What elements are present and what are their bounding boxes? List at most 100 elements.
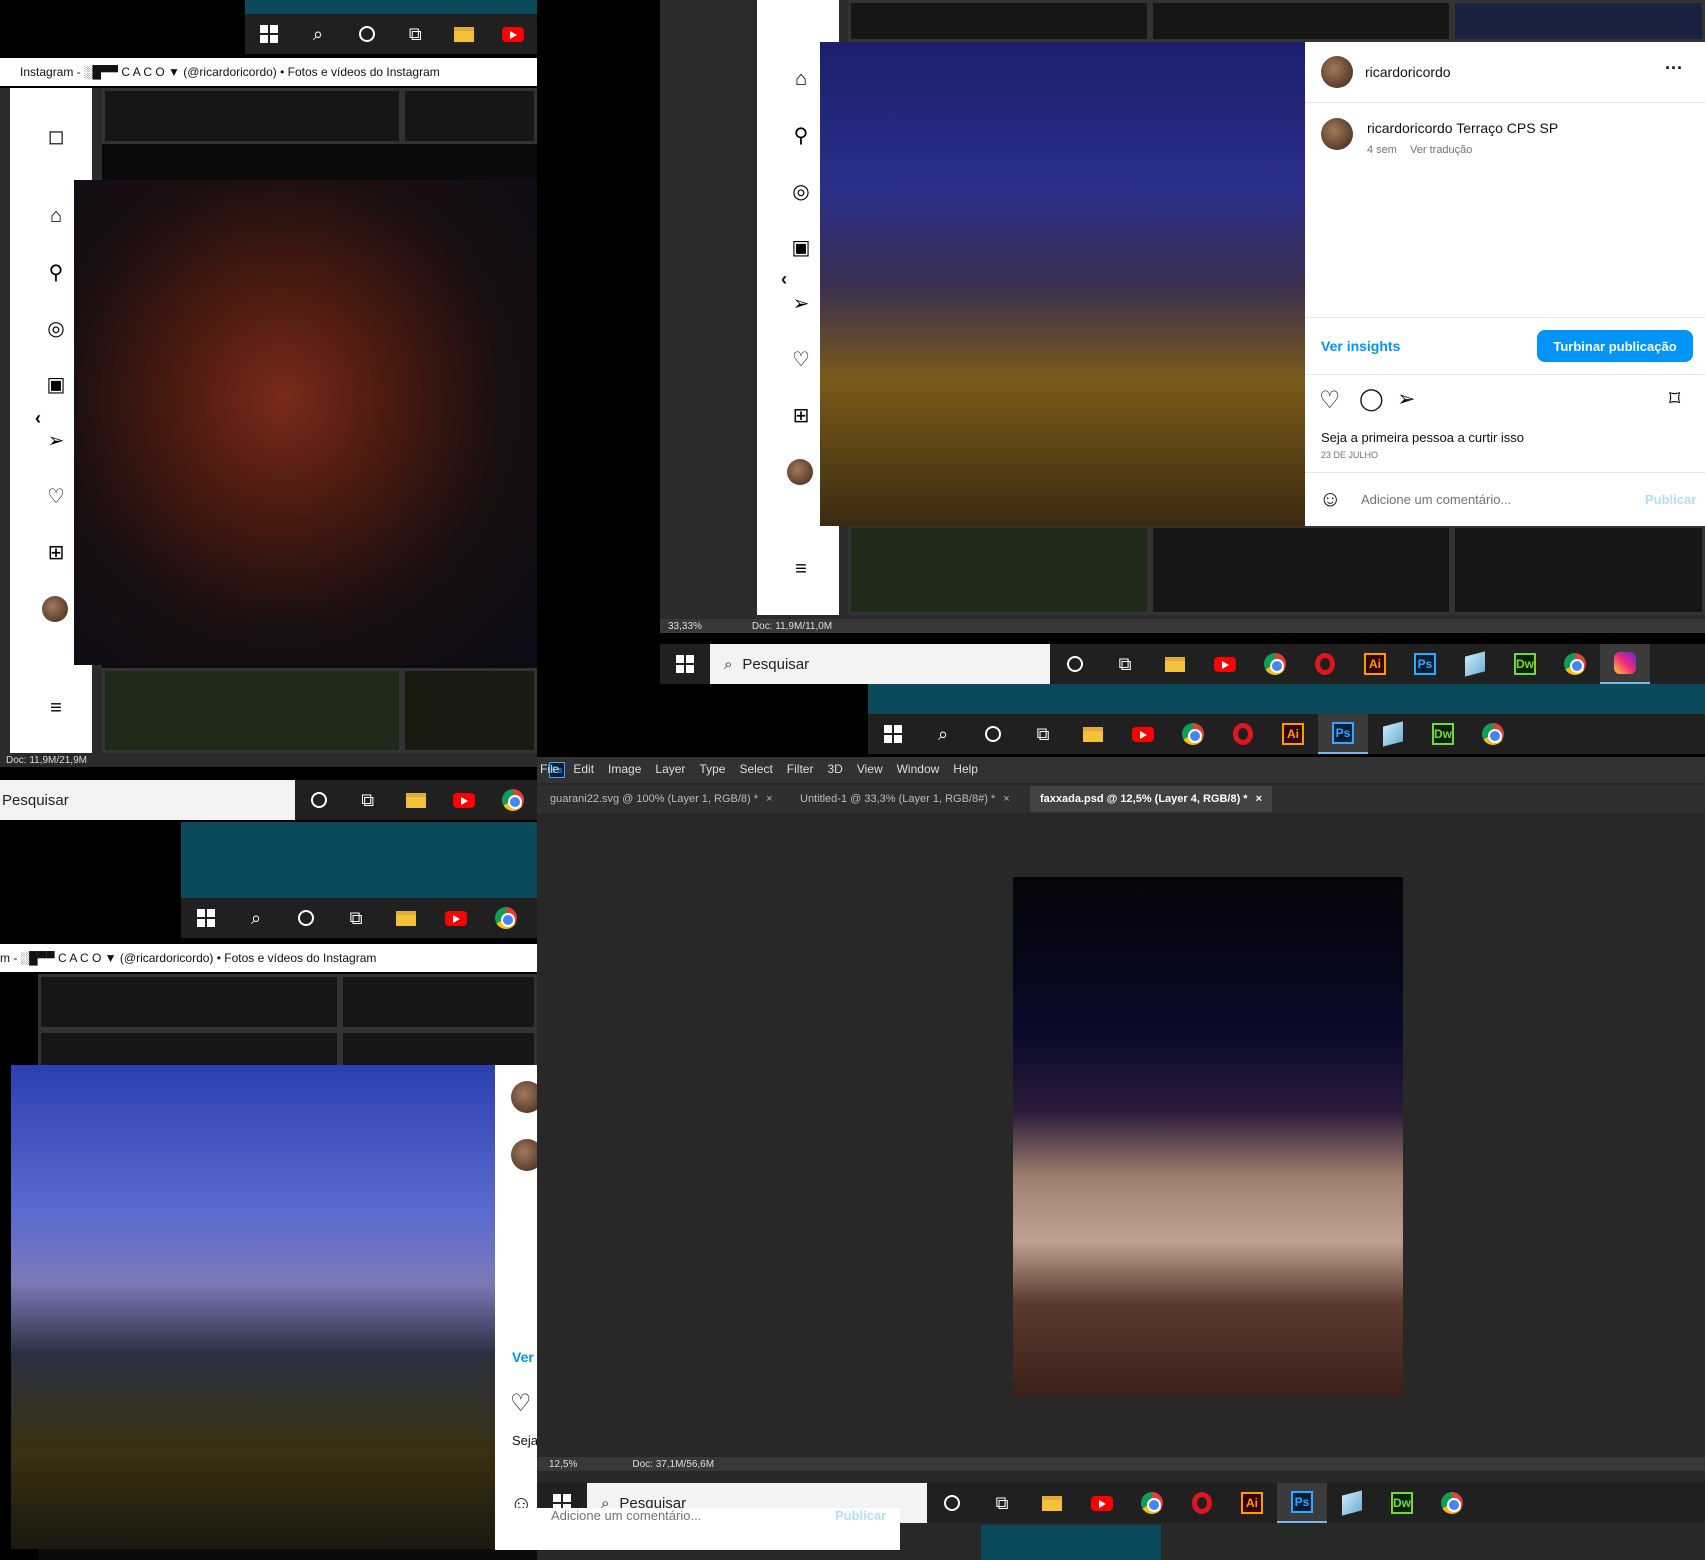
comment-input[interactable]: Adicione um comentário...: [551, 1508, 701, 1523]
grid-cell[interactable]: [102, 668, 402, 753]
file-explorer-icon[interactable]: [440, 14, 489, 54]
photoshop-icon[interactable]: Ps: [1318, 714, 1368, 754]
translate-link[interactable]: Ver tradução: [1410, 144, 1472, 156]
grid-cell[interactable]: [1452, 0, 1705, 42]
chrome-profile-icon[interactable]: [1468, 714, 1518, 754]
task-view-icon[interactable]: ⧉: [391, 14, 440, 54]
home-icon[interactable]: ⌂: [789, 67, 813, 91]
file-explorer-icon[interactable]: [1027, 1483, 1077, 1523]
ps-menu-image[interactable]: Image: [608, 762, 641, 776]
publish-button[interactable]: Publicar: [835, 1508, 886, 1523]
home-icon[interactable]: ⌂: [44, 204, 68, 228]
ps-menu-window[interactable]: Window: [897, 762, 940, 776]
cortana-icon[interactable]: [281, 898, 331, 938]
sketchup-icon[interactable]: [1450, 644, 1500, 684]
task-view-icon[interactable]: ⧉: [344, 780, 392, 820]
ps-menu-layer[interactable]: Layer: [655, 762, 685, 776]
previous-post-button[interactable]: ‹: [768, 263, 800, 295]
ps-menu-type[interactable]: Type: [699, 762, 725, 776]
more-menu-icon[interactable]: ≡: [44, 696, 68, 720]
sketchup-icon[interactable]: [1327, 1483, 1377, 1523]
caption-avatar[interactable]: [511, 1139, 537, 1171]
youtube-icon[interactable]: [1118, 714, 1168, 754]
save-bookmark-icon[interactable]: ⌑: [1669, 386, 1680, 412]
grid-cell[interactable]: [402, 88, 537, 144]
comment-icon[interactable]: ◯: [1359, 386, 1384, 412]
task-view-icon[interactable]: ⧉: [1018, 714, 1068, 754]
search-icon[interactable]: ⌕: [294, 14, 343, 54]
like-heart-icon[interactable]: ♡: [510, 1389, 532, 1418]
chrome-icon[interactable]: [1168, 714, 1218, 754]
explore-icon[interactable]: ◎: [789, 179, 813, 203]
create-icon[interactable]: ⊞: [44, 540, 68, 564]
cortana-icon[interactable]: [1050, 644, 1100, 684]
search-icon[interactable]: ⚲: [44, 260, 68, 284]
cortana-icon[interactable]: [342, 14, 391, 54]
cortana-icon[interactable]: [295, 780, 343, 820]
post-author-avatar[interactable]: [1321, 56, 1353, 88]
profile-avatar[interactable]: [42, 596, 68, 622]
grid-cell[interactable]: [38, 1030, 340, 1070]
opera-icon[interactable]: [1218, 714, 1268, 754]
messages-icon[interactable]: ➢: [44, 428, 68, 452]
ps-document-tab[interactable]: faxxada.psd @ 12,5% (Layer 4, RGB/8) * ×: [1030, 786, 1273, 812]
boost-post-button[interactable]: Turbinar publicação: [1537, 330, 1693, 362]
ps-menu-filter[interactable]: Filter: [787, 762, 814, 776]
illustrator-icon[interactable]: Ai: [1268, 714, 1318, 754]
chrome-profile-icon[interactable]: [1427, 1483, 1477, 1523]
create-icon[interactable]: ⊞: [789, 403, 813, 427]
grid-cell[interactable]: [848, 0, 1150, 42]
task-view-icon[interactable]: ⧉: [1100, 644, 1150, 684]
publish-button[interactable]: Publicar: [1645, 492, 1696, 507]
windows-start-icon[interactable]: [868, 714, 918, 754]
more-menu-icon[interactable]: ≡: [789, 557, 813, 581]
youtube-icon[interactable]: [1200, 644, 1250, 684]
photoshop-icon[interactable]: Ps: [1277, 1483, 1327, 1523]
chrome-icon[interactable]: [1250, 644, 1300, 684]
cortana-icon[interactable]: [968, 714, 1018, 754]
ps-menu-select[interactable]: Select: [739, 762, 772, 776]
youtube-icon[interactable]: [431, 898, 481, 938]
youtube-icon[interactable]: [1077, 1483, 1127, 1523]
emoji-icon[interactable]: ☺: [1319, 486, 1341, 512]
ps-menu-view[interactable]: View: [857, 762, 883, 776]
taskbar-search[interactable]: Pesquisar: [0, 780, 296, 820]
chrome-icon[interactable]: [1127, 1483, 1177, 1523]
taskbar-search[interactable]: ⌕ Pesquisar: [710, 644, 1050, 684]
ps-menu-3d[interactable]: 3D: [827, 762, 842, 776]
post-author-avatar[interactable]: [511, 1081, 537, 1113]
file-explorer-icon[interactable]: [1150, 644, 1200, 684]
ps-menu-file[interactable]: File: [540, 762, 559, 776]
grid-cell[interactable]: [848, 525, 1150, 615]
task-view-icon[interactable]: ⧉: [977, 1483, 1027, 1523]
grid-cell[interactable]: [340, 974, 537, 1030]
reels-icon[interactable]: ▣: [789, 235, 813, 259]
close-tab-icon[interactable]: ×: [1256, 793, 1262, 805]
search-icon[interactable]: ⌕: [231, 898, 281, 938]
caption-avatar[interactable]: [1321, 118, 1353, 150]
windows-start-icon[interactable]: [660, 644, 710, 684]
task-view-icon[interactable]: ⧉: [331, 898, 381, 938]
chrome-icon[interactable]: [481, 898, 531, 938]
ps-menu-help[interactable]: Help: [953, 762, 978, 776]
photoshop-icon[interactable]: Ps: [1400, 644, 1450, 684]
reels-icon[interactable]: ▣: [44, 372, 68, 396]
cortana-icon[interactable]: [927, 1483, 977, 1523]
comment-input[interactable]: Adicione um comentário...: [1361, 492, 1511, 507]
windows-start-icon[interactable]: [245, 14, 294, 54]
close-tab-icon[interactable]: ×: [1003, 793, 1009, 805]
grid-cell[interactable]: [1452, 525, 1705, 615]
instagram-logo-icon[interactable]: ◻: [44, 124, 68, 148]
grid-cell[interactable]: [340, 1030, 537, 1070]
grid-cell[interactable]: [102, 88, 402, 144]
close-tab-icon[interactable]: ×: [766, 793, 772, 805]
notifications-heart-icon[interactable]: ♡: [44, 484, 68, 508]
search-icon[interactable]: ⚲: [789, 123, 813, 147]
notifications-heart-icon[interactable]: ♡: [789, 347, 813, 371]
file-explorer-icon[interactable]: [1068, 714, 1118, 754]
dreamweaver-icon[interactable]: Dw: [1418, 714, 1468, 754]
dreamweaver-icon[interactable]: Dw: [1500, 644, 1550, 684]
grid-cell[interactable]: [38, 974, 340, 1030]
previous-post-button[interactable]: ‹: [22, 402, 54, 434]
youtube-icon[interactable]: [488, 14, 537, 54]
